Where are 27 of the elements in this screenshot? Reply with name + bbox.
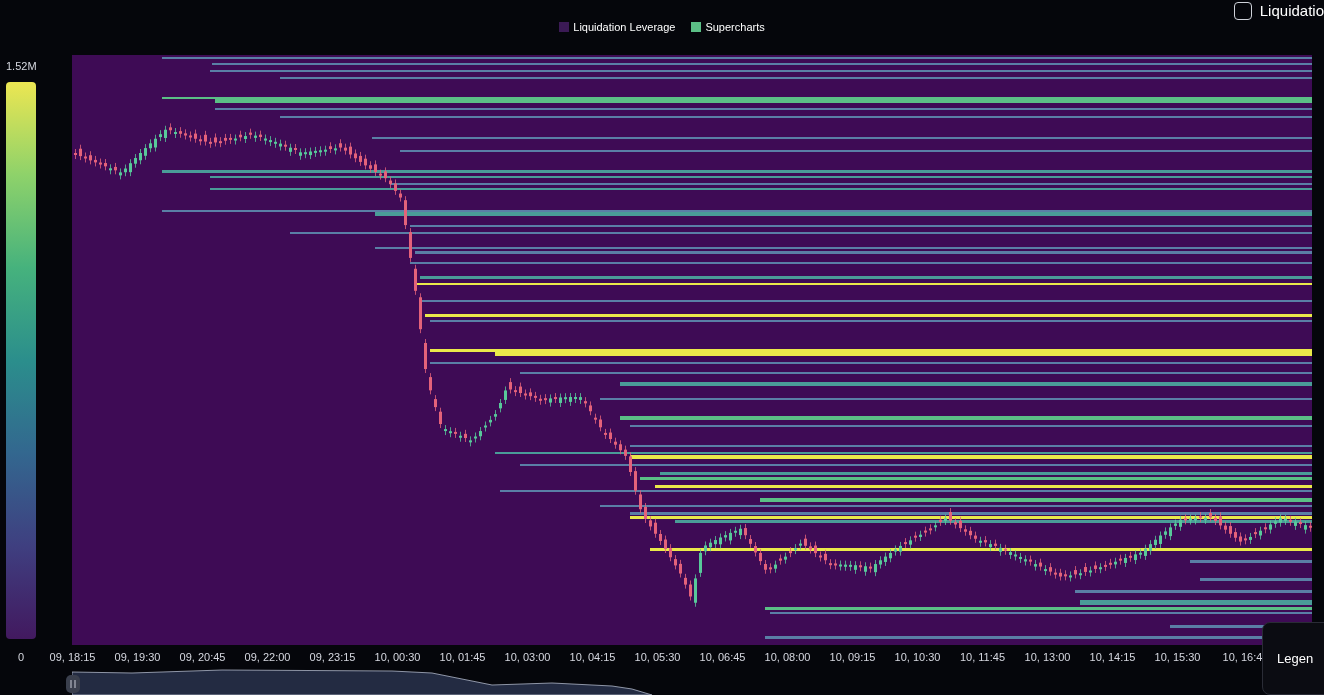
time-tick-label: 09, 22:00 — [243, 649, 292, 665]
time-tick-label: 09, 19:30 — [113, 649, 162, 665]
legend-label[interactable]: Supercharts — [705, 18, 765, 36]
time-tick-label: 09, 18:15 — [48, 649, 97, 665]
colorbar-min-label: 0 — [17, 649, 26, 665]
time-tick-label: 10, 14:15 — [1088, 649, 1137, 665]
time-tick-label: 10, 09:15 — [828, 649, 877, 665]
time-tick-label: 10, 01:45 — [438, 649, 487, 665]
time-tick-label: 10, 04:15 — [568, 649, 617, 665]
time-tick-label: 10, 05:30 — [633, 649, 682, 665]
time-tick-label: 10, 06:45 — [698, 649, 747, 665]
toggle-checkbox[interactable] — [1233, 2, 1252, 21]
time-tick-label: 10, 03:00 — [503, 649, 552, 665]
time-tick-label: 10, 16:4 — [1221, 649, 1264, 665]
legend-button[interactable]: Legen — [1262, 622, 1324, 695]
colorbar-max-label: 1.52M — [6, 59, 37, 74]
time-tick-label: 10, 00:30 — [373, 649, 422, 665]
time-tick-label: 10, 10:30 — [893, 649, 942, 665]
legend-label[interactable]: Liquidation Leverage — [573, 18, 676, 36]
time-tick-label: 10, 13:00 — [1023, 649, 1072, 665]
time-tick-label: 09, 20:45 — [178, 649, 227, 665]
toggle-label: Liquidatio — [1259, 1, 1324, 21]
drag-handle-icon[interactable] — [66, 675, 80, 693]
time-tick-label: 10, 08:00 — [763, 649, 812, 665]
time-tick-label: 10, 11:45 — [958, 649, 1007, 665]
time-tick-label: 09, 23:15 — [308, 649, 357, 665]
time-tick-label: 10, 15:30 — [1153, 649, 1202, 665]
